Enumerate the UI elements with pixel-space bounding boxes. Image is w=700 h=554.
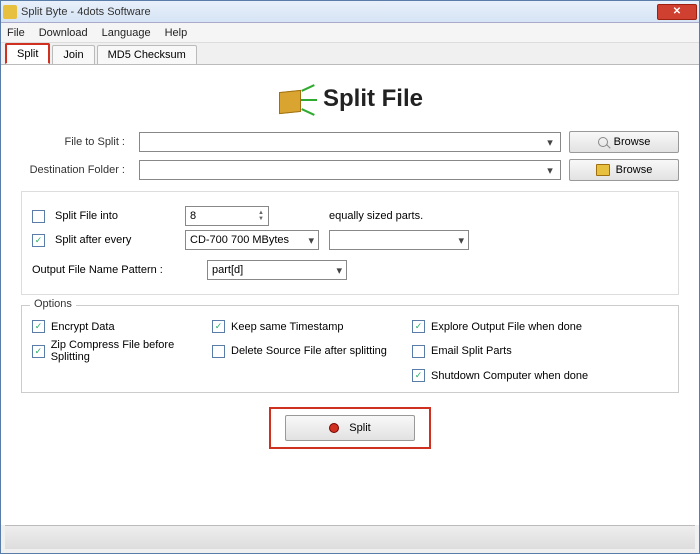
window-title: Split Byte - 4dots Software (21, 6, 657, 18)
chevron-down-icon: ▾ (542, 134, 558, 150)
app-window: Split Byte - 4dots Software ✕ File Downl… (0, 0, 700, 554)
search-icon (598, 137, 608, 147)
browse-folder-button[interactable]: Browse (569, 159, 679, 181)
chevron-down-icon: ▾ (336, 264, 342, 277)
titlebar: Split Byte - 4dots Software ✕ (1, 1, 699, 23)
file-to-split-label: File to Split : (21, 136, 131, 148)
spinner-arrows-icon: ▲▼ (258, 210, 264, 222)
split-after-checkbox[interactable] (32, 234, 45, 247)
split-button[interactable]: Split (285, 415, 415, 441)
chevron-down-icon: ▾ (542, 162, 558, 178)
equally-label: equally sized parts. (329, 210, 423, 222)
split-into-label: Split File into (55, 210, 175, 222)
parts-spinner[interactable]: 8▲▼ (185, 206, 269, 226)
email-checkbox[interactable] (412, 345, 425, 358)
menu-language[interactable]: Language (102, 27, 151, 39)
menu-download[interactable]: Download (39, 27, 88, 39)
tab-strip: Split Join MD5 Checksum (1, 43, 699, 65)
menubar: File Download Language Help (1, 23, 699, 43)
split-params-group: Split File into 8▲▼ equally sized parts.… (21, 191, 679, 295)
menu-help[interactable]: Help (165, 27, 188, 39)
zip-checkbox[interactable] (32, 345, 45, 358)
browse-file-button[interactable]: Browse (569, 131, 679, 153)
options-legend: Options (30, 298, 76, 310)
split-into-checkbox[interactable] (32, 210, 45, 223)
destination-label: Destination Folder : (21, 164, 131, 176)
record-icon (329, 423, 339, 433)
page-title: Split File (323, 85, 423, 113)
destination-combo[interactable]: ▾ (139, 160, 561, 180)
status-bar (5, 525, 695, 549)
split-box-icon (277, 81, 313, 117)
chevron-down-icon: ▾ (458, 234, 464, 247)
close-button[interactable]: ✕ (657, 4, 697, 20)
timestamp-checkbox[interactable] (212, 320, 225, 333)
explore-checkbox[interactable] (412, 320, 425, 333)
app-icon (3, 5, 17, 19)
options-group: Options Encrypt Data Keep same Timestamp… (21, 305, 679, 393)
split-after-label: Split after every (55, 234, 175, 246)
content-area: Split File File to Split : ▾ Browse Dest… (1, 65, 699, 525)
folder-icon (596, 164, 610, 176)
size-unit-combo[interactable]: ▾ (329, 230, 469, 250)
shutdown-checkbox[interactable] (412, 369, 425, 382)
pattern-label: Output File Name Pattern : (32, 264, 197, 276)
menu-file[interactable]: File (7, 27, 25, 39)
file-to-split-combo[interactable]: ▾ (139, 132, 561, 152)
delete-checkbox[interactable] (212, 345, 225, 358)
split-button-highlight: Split (21, 407, 679, 449)
page-heading: Split File (21, 81, 679, 117)
encrypt-checkbox[interactable] (32, 320, 45, 333)
chevron-down-icon: ▾ (308, 234, 314, 247)
tab-md5[interactable]: MD5 Checksum (97, 45, 197, 64)
tab-split[interactable]: Split (5, 43, 50, 64)
size-preset-combo[interactable]: CD-700 700 MBytes▾ (185, 230, 319, 250)
tab-join[interactable]: Join (52, 45, 94, 64)
pattern-combo[interactable]: part[d]▾ (207, 260, 347, 280)
